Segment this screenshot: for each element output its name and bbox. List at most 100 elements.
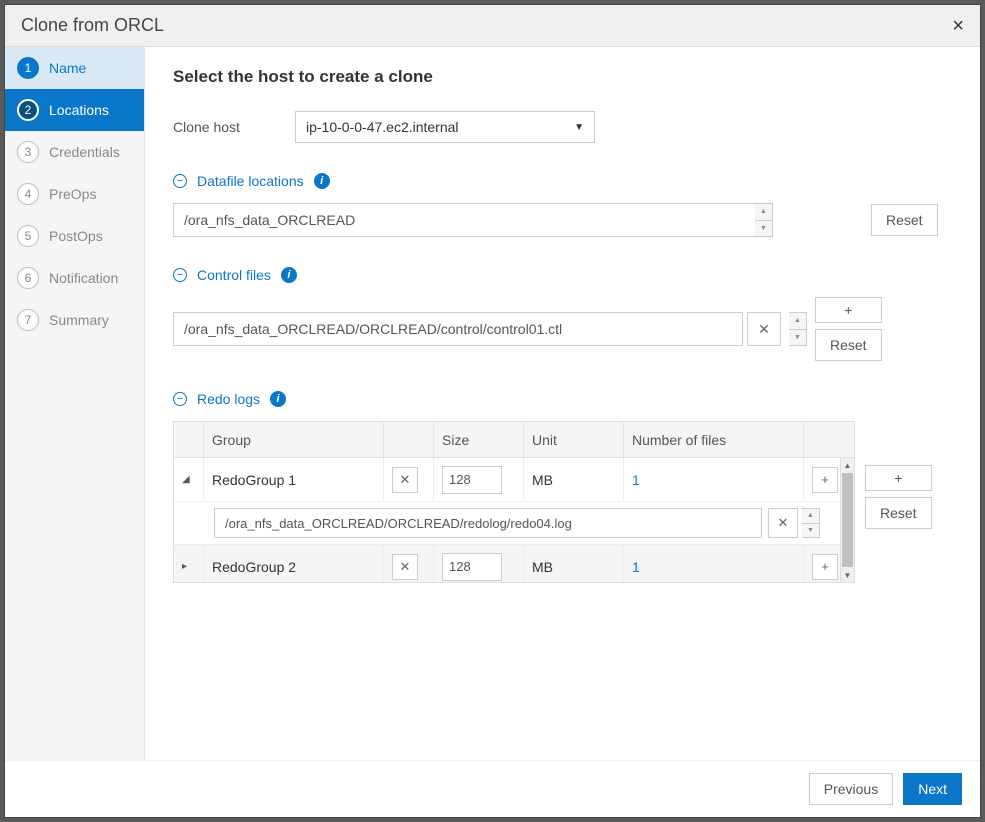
control-reset-button[interactable]: Reset xyxy=(815,329,882,361)
step-label: PostOps xyxy=(49,228,103,244)
col-group: Group xyxy=(204,422,384,457)
collapse-icon: − xyxy=(173,174,187,188)
dialog-body: 1 Name 2 Locations 3 Credentials 4 PreOp… xyxy=(5,47,980,760)
redo-numfiles-link[interactable]: 1 xyxy=(632,472,640,488)
redo-reset-button[interactable]: Reset xyxy=(865,497,932,529)
spinner-up-icon[interactable]: ▲ xyxy=(802,509,819,524)
wizard-sidebar: 1 Name 2 Locations 3 Credentials 4 PreOp… xyxy=(5,47,145,760)
step-label: Summary xyxy=(49,312,109,328)
clone-host-value: ip-10-0-0-47.ec2.internal xyxy=(306,119,459,135)
redo-unit-cell: MB xyxy=(524,458,624,501)
page-title: Select the host to create a clone xyxy=(173,67,952,87)
next-button[interactable]: Next xyxy=(903,773,962,805)
step-label: Notification xyxy=(49,270,118,286)
clone-dialog: Clone from ORCL × 1 Name 2 Locations 3 C… xyxy=(4,4,981,818)
redo-row: ◢ RedoGroup 1 ✕ MB 1 + xyxy=(174,458,854,502)
datafile-reset-button[interactable]: Reset xyxy=(871,204,938,236)
control-side-buttons: + Reset xyxy=(815,297,882,361)
redo-sub-row: ✕ ▲ ▼ xyxy=(174,502,854,545)
redo-numfiles-link[interactable]: 1 xyxy=(632,559,640,575)
step-credentials[interactable]: 3 Credentials xyxy=(5,131,144,173)
step-badge: 2 xyxy=(17,99,39,121)
control-path-input[interactable] xyxy=(173,312,743,346)
step-locations[interactable]: 2 Locations xyxy=(5,89,144,131)
redo-table: Group Size Unit Number of files ◢ RedoGr… xyxy=(173,421,855,583)
spinner-up-icon[interactable]: ▲ xyxy=(755,204,772,221)
redo-table-header: Group Size Unit Number of files xyxy=(174,422,854,458)
redo-size-input[interactable] xyxy=(442,466,502,494)
redo-path-remove-button[interactable]: ✕ xyxy=(768,508,798,538)
col-unit: Unit xyxy=(524,422,624,457)
step-badge: 6 xyxy=(17,267,39,289)
control-remove-button[interactable]: ✕ xyxy=(747,312,781,346)
scroll-thumb[interactable] xyxy=(842,473,853,567)
scrollbar[interactable]: ▲ ▼ xyxy=(840,458,854,582)
redo-path-input[interactable] xyxy=(214,508,762,538)
datafile-section-toggle[interactable]: − Datafile locations i xyxy=(173,173,952,189)
step-preops[interactable]: 4 PreOps xyxy=(5,173,144,215)
spinner-up-icon[interactable]: ▲ xyxy=(789,313,806,330)
redo-size-input[interactable] xyxy=(442,553,502,581)
step-notification[interactable]: 6 Notification xyxy=(5,257,144,299)
control-section-label: Control files xyxy=(197,267,271,283)
redo-add-file-button[interactable]: + xyxy=(812,467,838,493)
datafile-path-input[interactable] xyxy=(173,203,755,237)
info-icon[interactable]: i xyxy=(314,173,330,189)
dialog-title: Clone from ORCL xyxy=(21,15,164,36)
redo-unit-cell: MB xyxy=(524,545,624,582)
step-name[interactable]: 1 Name xyxy=(5,47,144,89)
redo-path-spinner: ▲ ▼ xyxy=(802,508,820,538)
step-label: Credentials xyxy=(49,144,120,160)
redo-side-buttons: + Reset xyxy=(865,465,932,529)
scroll-up-icon[interactable]: ▲ xyxy=(841,458,854,472)
redo-remove-button[interactable]: ✕ xyxy=(392,467,418,493)
step-badge: 1 xyxy=(17,57,39,79)
spinner-down-icon[interactable]: ▼ xyxy=(789,330,806,346)
info-icon[interactable]: i xyxy=(270,391,286,407)
close-icon[interactable]: × xyxy=(952,16,964,36)
datafile-row: ▲ ▼ Reset xyxy=(173,203,952,237)
redo-group-cell: RedoGroup 1 xyxy=(204,458,384,501)
dialog-header: Clone from ORCL × xyxy=(5,5,980,47)
spinner-down-icon[interactable]: ▼ xyxy=(802,524,819,538)
step-badge: 7 xyxy=(17,309,39,331)
clone-host-row: Clone host ip-10-0-0-47.ec2.internal ▼ xyxy=(173,111,952,143)
redo-group-cell: RedoGroup 2 xyxy=(204,545,384,582)
col-numfiles: Number of files xyxy=(624,422,804,457)
control-section-toggle[interactable]: − Control files i xyxy=(173,267,952,283)
redo-add-button[interactable]: + xyxy=(865,465,932,491)
step-label: Locations xyxy=(49,102,109,118)
caret-down-icon: ▼ xyxy=(574,122,584,133)
dialog-footer: Previous Next xyxy=(5,760,980,817)
step-label: Name xyxy=(49,60,86,76)
redo-wrap: Group Size Unit Number of files ◢ RedoGr… xyxy=(173,421,952,583)
step-badge: 5 xyxy=(17,225,39,247)
control-add-button[interactable]: + xyxy=(815,297,882,323)
step-badge: 3 xyxy=(17,141,39,163)
scroll-down-icon[interactable]: ▼ xyxy=(841,568,854,582)
col-size: Size xyxy=(434,422,524,457)
datafile-section-label: Datafile locations xyxy=(197,173,304,189)
clone-host-select[interactable]: ip-10-0-0-47.ec2.internal ▼ xyxy=(295,111,595,143)
redo-table-body: ◢ RedoGroup 1 ✕ MB 1 + ✕ ▲ xyxy=(174,458,854,582)
datafile-spinner: ▲ ▼ xyxy=(755,203,773,237)
redo-add-file-button[interactable]: + xyxy=(812,554,838,580)
redo-row: ▸ RedoGroup 2 ✕ MB 1 + xyxy=(174,545,854,582)
control-spinner: ▲ ▼ xyxy=(789,312,807,346)
redo-section-toggle[interactable]: − Redo logs i xyxy=(173,391,952,407)
previous-button[interactable]: Previous xyxy=(809,773,893,805)
control-row: ✕ ▲ ▼ + Reset xyxy=(173,297,952,361)
expand-down-icon[interactable]: ◢ xyxy=(182,474,190,485)
collapse-icon: − xyxy=(173,268,187,282)
expand-right-icon[interactable]: ▸ xyxy=(182,561,187,572)
info-icon[interactable]: i xyxy=(281,267,297,283)
step-postops[interactable]: 5 PostOps xyxy=(5,215,144,257)
step-summary[interactable]: 7 Summary xyxy=(5,299,144,341)
redo-remove-button[interactable]: ✕ xyxy=(392,554,418,580)
spinner-down-icon[interactable]: ▼ xyxy=(755,221,772,237)
redo-section-label: Redo logs xyxy=(197,391,260,407)
collapse-icon: − xyxy=(173,392,187,406)
step-badge: 4 xyxy=(17,183,39,205)
clone-host-label: Clone host xyxy=(173,119,271,135)
main-panel: Select the host to create a clone Clone … xyxy=(145,47,980,760)
